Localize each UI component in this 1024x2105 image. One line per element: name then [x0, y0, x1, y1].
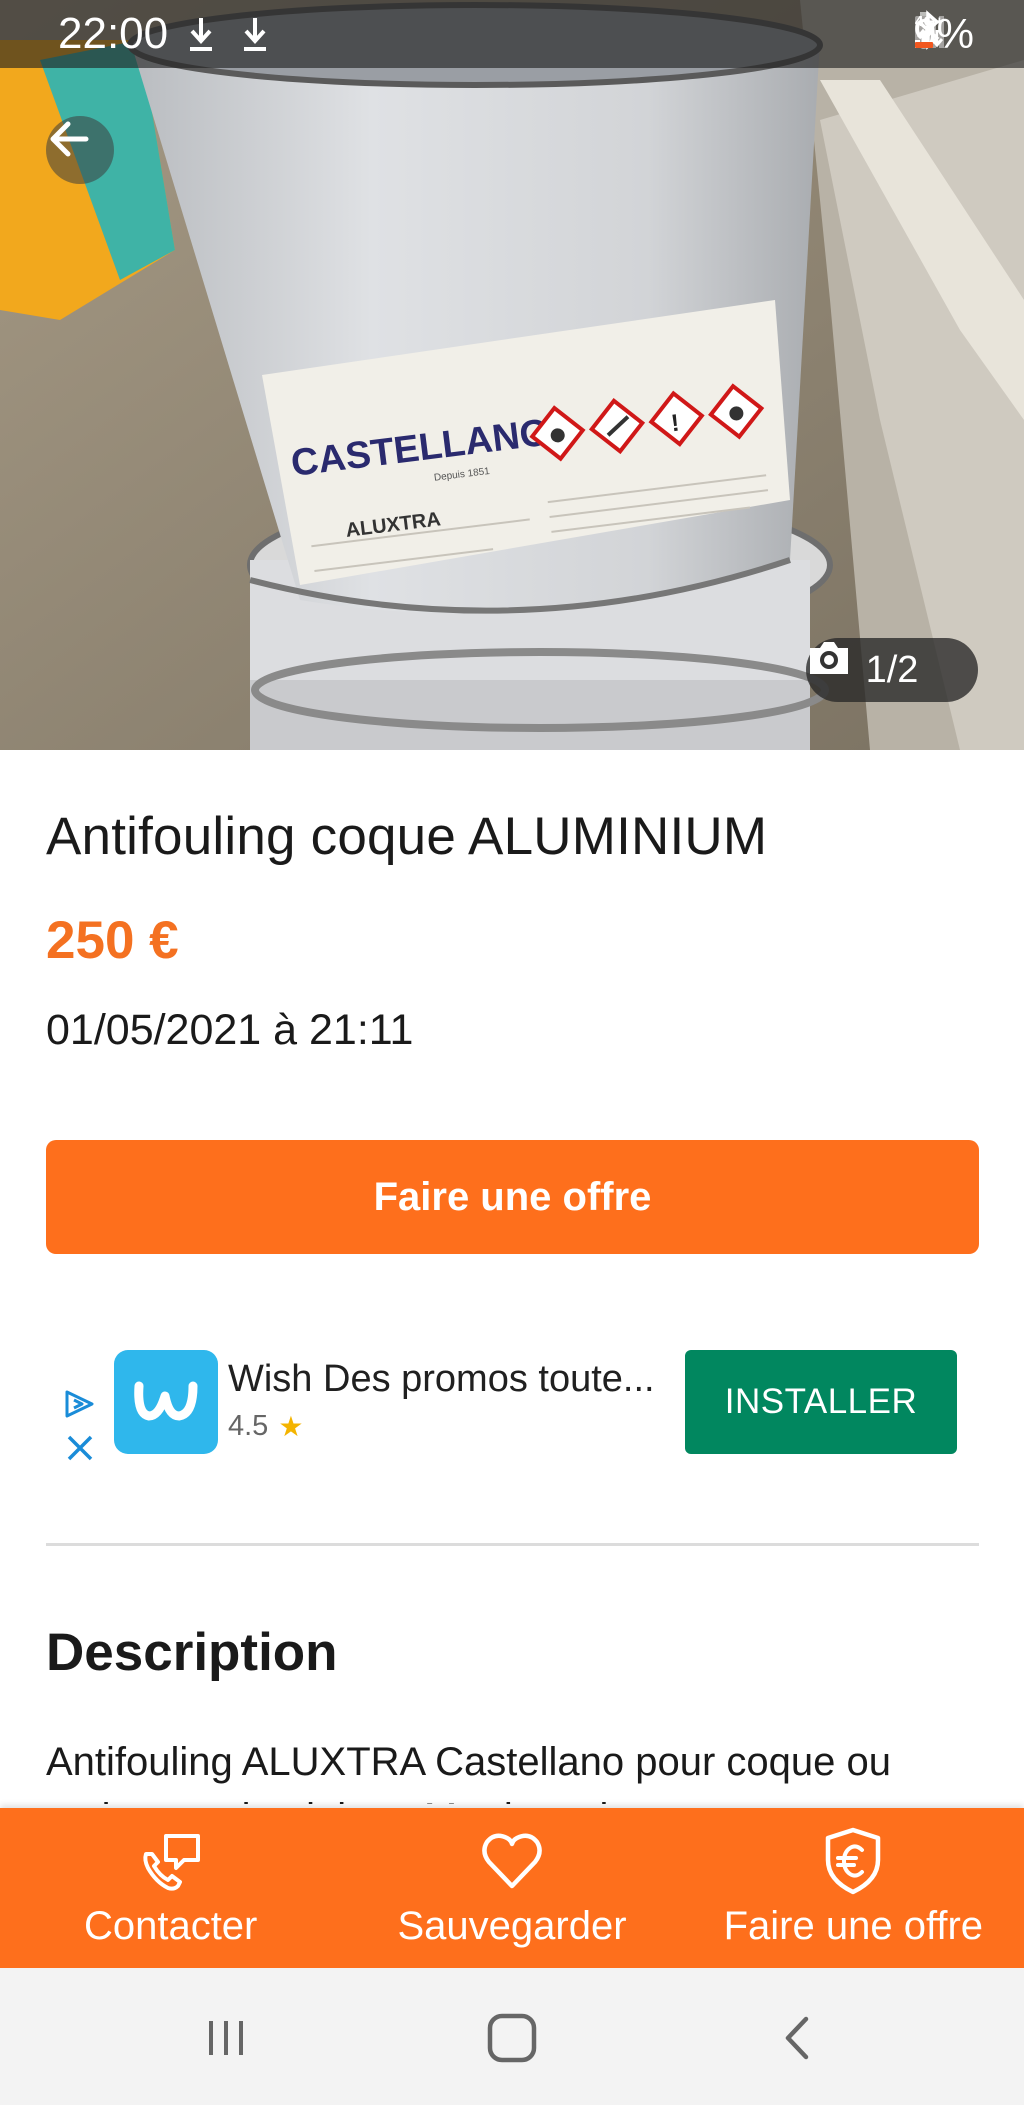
ad-banner[interactable]: Wish Des promos toute... 4.5 ★ INSTALLER: [46, 1336, 979, 1468]
listing-price: 250 €: [46, 911, 179, 970]
nav-back-button[interactable]: [758, 1998, 838, 2078]
back-icon: [785, 2016, 809, 2060]
recents-button[interactable]: [186, 1998, 266, 2078]
system-nav-bar: [0, 1968, 1024, 2105]
contact-button[interactable]: Contacter: [0, 1808, 341, 1968]
adchoices-icon[interactable]: [62, 1388, 96, 1420]
contact-label: Contacter: [83, 1904, 258, 1948]
save-button[interactable]: Sauvegarder: [341, 1808, 682, 1968]
euro-shield-icon: [826, 1827, 881, 1895]
listing-date: 01/05/2021 à 21:11: [46, 1006, 414, 1054]
ad-app-name[interactable]: Wish Des promos toute...: [228, 1358, 668, 1401]
status-time: 22:00: [58, 9, 169, 58]
photo-counter[interactable]: 1/2: [806, 638, 978, 702]
status-bar: 22:00 4G+ 9%: [0, 0, 1024, 68]
status-right-group: 4G+ 9%: [913, 10, 974, 58]
home-button[interactable]: [472, 1998, 552, 2078]
battery-icon: [915, 12, 934, 48]
section-divider: [46, 1543, 979, 1546]
offer-action-label: Faire une offre: [723, 1904, 984, 1948]
ad-rating: 4.5 ★: [228, 1410, 303, 1443]
wish-app-icon[interactable]: [114, 1350, 218, 1454]
photo-counter-text: 1/2: [865, 648, 919, 691]
wish-logo-icon: [134, 1381, 198, 1421]
listing-photo[interactable]: CASTELLANO Depuis 1851 ALUXTRA ! 22:00 1…: [0, 0, 1024, 750]
heart-icon: [482, 1833, 542, 1889]
recents-icon: [209, 2021, 243, 2055]
listing-title: Antifouling coque ALUMINIUM: [46, 807, 768, 866]
camera-icon: [810, 642, 848, 674]
download-icon: [190, 18, 212, 51]
download-icon: [244, 18, 266, 51]
back-button[interactable]: [46, 116, 114, 184]
description-text: Antifouling ALUXTRA Castellano pour coqu…: [46, 1740, 891, 1804]
chat-phone-icon: [143, 1834, 200, 1891]
offer-action-button[interactable]: Faire une offre: [683, 1808, 1024, 1968]
make-offer-button[interactable]: Faire une offre: [46, 1140, 979, 1254]
ad-rating-value: 4.5: [228, 1410, 269, 1442]
arrow-back-icon: [50, 121, 89, 157]
star-icon: ★: [278, 1411, 304, 1442]
description-heading: Description: [46, 1623, 338, 1682]
home-icon: [487, 2013, 537, 2063]
close-icon[interactable]: [64, 1432, 96, 1464]
save-label: Sauvegarder: [397, 1904, 627, 1948]
bottom-action-bar: Contacter Sauvegarder Faire une offre: [0, 1808, 1024, 1968]
install-button[interactable]: INSTALLER: [685, 1350, 957, 1454]
